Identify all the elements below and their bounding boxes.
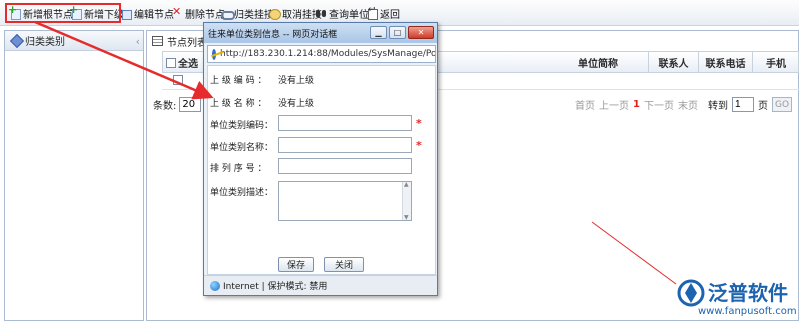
brand-logo-icon (677, 279, 705, 307)
parent-name-label: 上 级 名 称 ： (210, 99, 267, 109)
sort-input[interactable] (278, 158, 412, 174)
maximize-icon[interactable]: □ (389, 26, 406, 39)
dialog-address-bar: http://183.230.1.214:88/Modules/SysManag… (207, 45, 436, 63)
unlink-icon (269, 8, 281, 20)
type-code-input[interactable] (278, 115, 412, 131)
required-mark: * (416, 139, 422, 152)
last-page-link[interactable]: 末页 (678, 97, 698, 112)
sort-row: 排 列 序 号 ： (210, 161, 278, 174)
unlink-button[interactable]: 取消挂接 (269, 5, 322, 21)
table-icon (152, 36, 163, 46)
column-contact[interactable]: 联系人 (648, 52, 698, 72)
prev-page-link[interactable]: 上一页 (599, 97, 629, 112)
go-button[interactable]: GO (772, 97, 792, 112)
row-checkbox[interactable] (173, 75, 183, 85)
status-text: Internet | 保护模式: 禁用 (223, 282, 328, 292)
annotation-highlight-box (5, 3, 121, 23)
select-all-checkbox[interactable] (166, 57, 176, 68)
type-name-row: 单位类别名称： (210, 140, 278, 153)
parent-name-value: 没有上级 (278, 99, 315, 109)
category-dialog: 往来单位类别信息 -- 网页对话框 ▁ □ ✕ http://183.230.1… (203, 22, 438, 296)
page-size-label: 条数: (153, 101, 177, 112)
select-all[interactable]: 全选 (166, 55, 198, 70)
required-mark: * (416, 117, 422, 130)
delete-node-label: 删除节点 (185, 9, 225, 21)
globe-icon (210, 280, 220, 291)
sort-label: 排 列 序 号 ： (210, 164, 267, 174)
type-code-label: 单位类别编码： (210, 121, 274, 131)
ie-icon (212, 48, 216, 60)
desc-textarea[interactable] (278, 181, 412, 221)
link-icon (221, 8, 235, 20)
edit-icon (121, 8, 132, 20)
collapse-icon[interactable]: ‹ (136, 35, 140, 48)
binoculars-icon (316, 8, 327, 19)
first-page-link[interactable]: 首页 (575, 97, 595, 112)
category-tree-panel: 归类类别 ‹ (4, 30, 144, 321)
desc-row: 单位类别描述： (210, 185, 278, 198)
next-page-link[interactable]: 下一页 (644, 97, 674, 112)
back-label: 返回 (380, 9, 400, 21)
parent-code-row: 上 级 编 码 ： 没有上级 (210, 73, 314, 86)
select-all-label: 全选 (178, 59, 198, 70)
save-button[interactable]: 保存 (278, 257, 314, 272)
back-button[interactable]: 返回 (367, 5, 400, 21)
dialog-title: 往来单位类别信息 -- 网页对话框 (208, 29, 338, 40)
back-icon (367, 5, 378, 20)
brand-url: www.fanpusoft.com (698, 306, 797, 317)
query-unit-button[interactable]: 查询单位 (316, 5, 369, 21)
delete-icon (172, 5, 183, 19)
type-code-row: 单位类别编码： (210, 118, 278, 131)
column-mobile[interactable]: 手机 (752, 52, 799, 72)
column-phone[interactable]: 联系电话 (698, 52, 752, 72)
current-page: 1 (633, 99, 640, 110)
goto-label: 转到 (708, 101, 728, 112)
watermark: 泛普软件 www.fanpusoft.com (676, 276, 798, 320)
parent-name-row: 上 级 名 称 ： 没有上级 (210, 96, 314, 109)
query-unit-label: 查询单位 (329, 9, 369, 21)
column-unit-short-name[interactable]: 单位简称 (548, 52, 648, 72)
link-category-label: 归类挂接 (234, 9, 274, 21)
category-tree-header: 归类类别 (5, 31, 143, 51)
type-name-input[interactable] (278, 137, 412, 153)
dialog-form: 上 级 编 码 ： 没有上级 上 级 名 称 ： 没有上级 单位类别编码： * … (207, 65, 436, 275)
edit-node-button[interactable]: 编辑节点 (121, 5, 174, 21)
desc-label: 单位类别描述： (210, 188, 274, 198)
page-size-input[interactable] (179, 97, 202, 112)
link-category-button[interactable]: 归类挂接 (221, 5, 274, 21)
brand-name: 泛普软件 (708, 281, 788, 305)
edit-node-label: 编辑节点 (134, 9, 174, 21)
dialog-url: http://183.230.1.214:88/Modules/SysManag… (220, 49, 436, 59)
close-icon[interactable]: ✕ (408, 26, 434, 39)
parent-code-value: 没有上级 (278, 76, 315, 86)
textarea-scrollbar[interactable] (402, 181, 411, 221)
close-button[interactable]: 关闭 (324, 257, 364, 272)
minimize-icon[interactable]: ▁ (370, 26, 387, 39)
dialog-status-bar: Internet | 保护模式: 禁用 (204, 275, 437, 295)
node-list-title: 节点列表 (167, 37, 207, 49)
category-tree-title: 归类类别 (25, 37, 65, 48)
goto-page-input[interactable] (732, 97, 754, 112)
dialog-title-bar[interactable]: 往来单位类别信息 -- 网页对话框 ▁ □ ✕ (204, 23, 437, 43)
page-unit-label: 页 (758, 101, 768, 112)
delete-node-button[interactable]: 删除节点 (172, 5, 225, 21)
parent-code-label: 上 级 编 码 ： (210, 76, 267, 86)
category-icon (11, 35, 22, 46)
type-name-label: 单位类别名称： (210, 143, 274, 153)
